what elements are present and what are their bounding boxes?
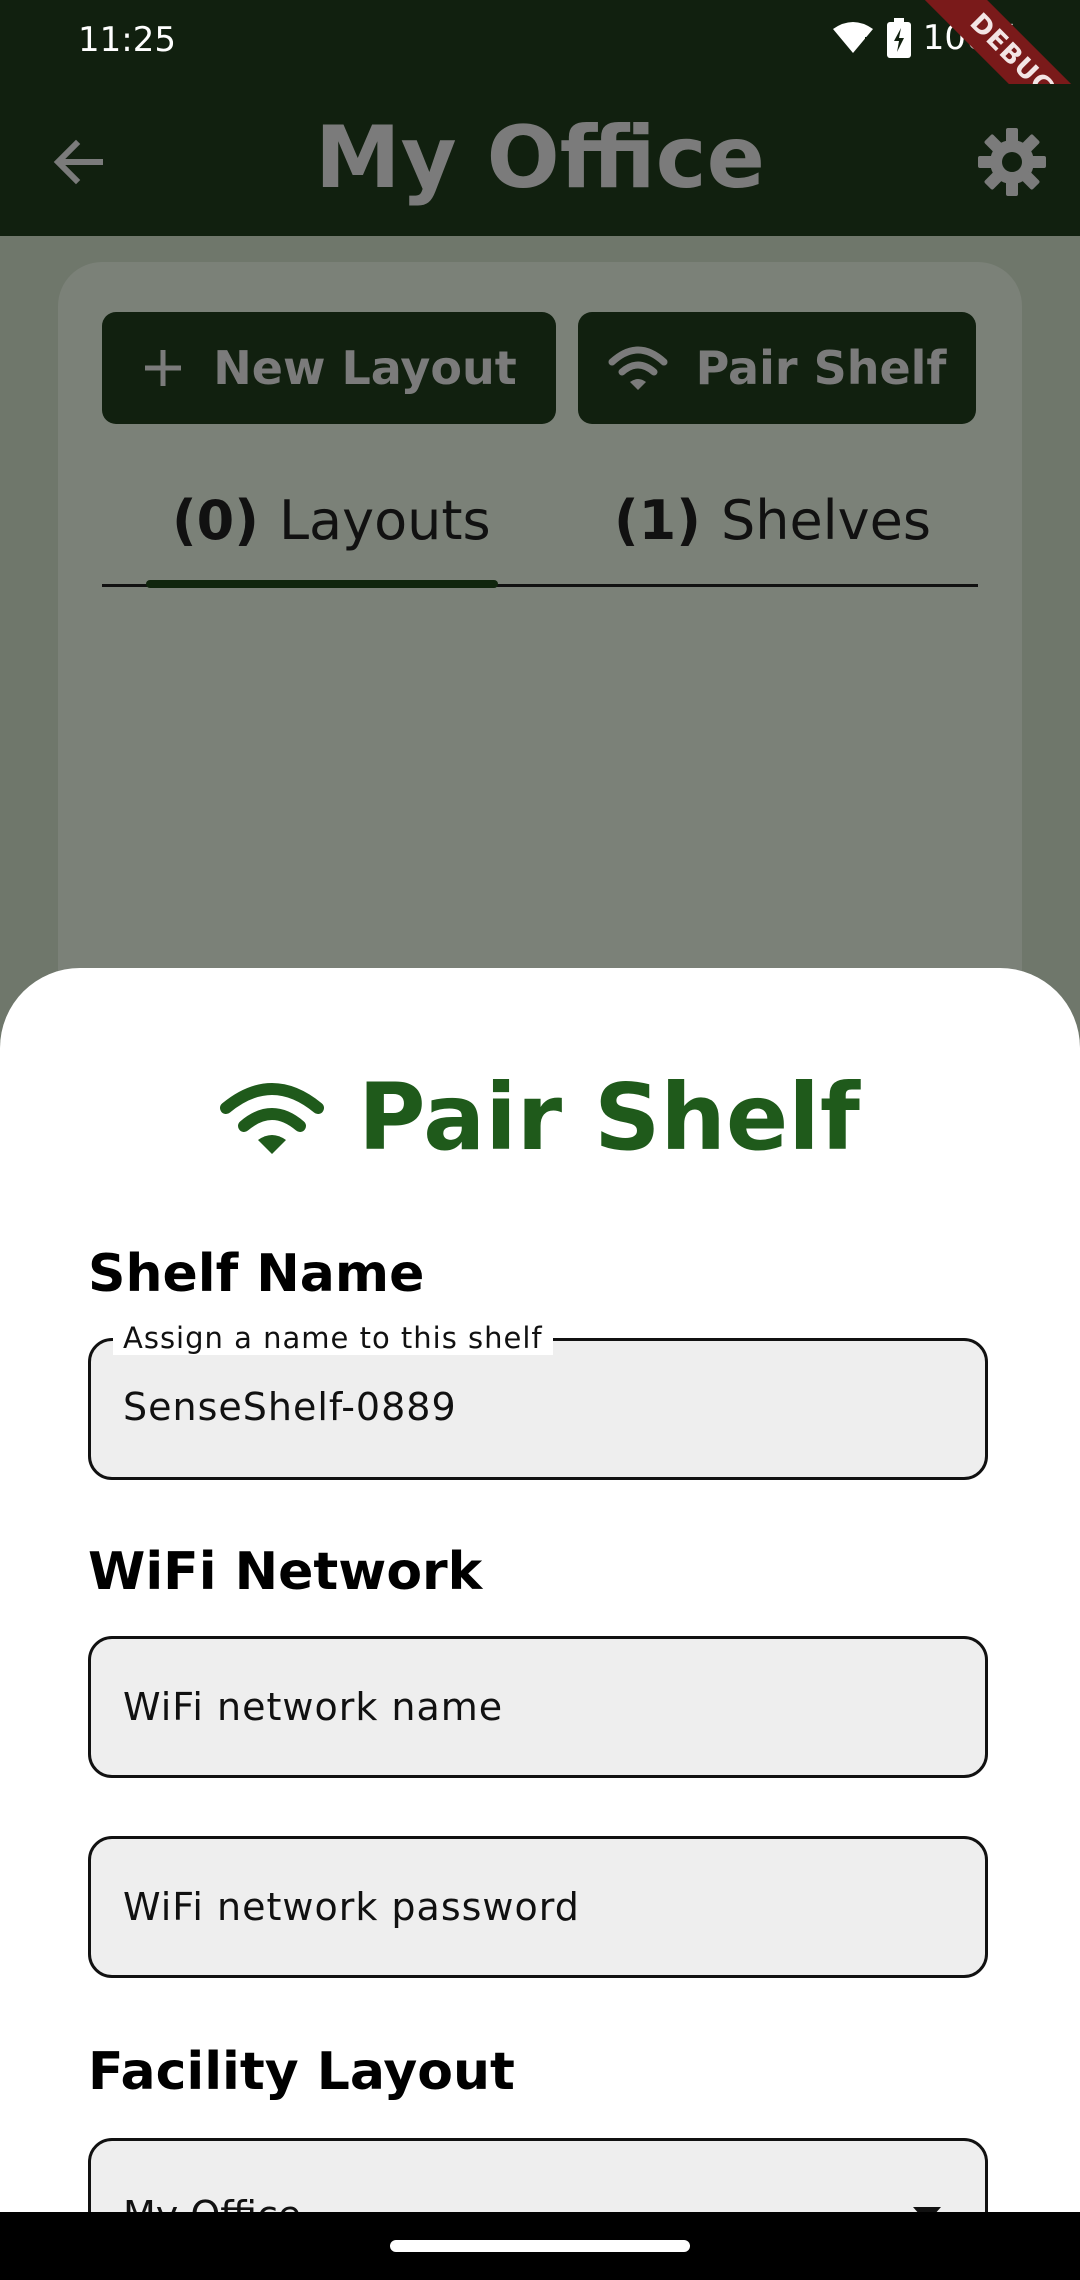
tab-layouts-count: (0) (172, 488, 259, 552)
shelf-name-field-label: Assign a name to this shelf (113, 1321, 553, 1355)
pair-shelf-label: Pair Shelf (695, 341, 947, 395)
home-indicator[interactable] (390, 2240, 690, 2252)
facility-layout-heading: Facility Layout (88, 2042, 515, 2102)
status-time: 11:25 (78, 20, 176, 60)
facility-layout-select[interactable]: My Office (88, 2138, 988, 2212)
wifi-icon (220, 1082, 325, 1154)
status-bar: 11:25 100% DEBUG (0, 0, 1080, 164)
pair-shelf-button[interactable]: Pair Shelf (578, 312, 976, 424)
tab-shelves-count: (1) (614, 488, 701, 552)
wifi-name-field[interactable]: WiFi network name (88, 1636, 988, 1778)
settings-gear-icon[interactable] (974, 124, 1050, 200)
page-title: My Office (315, 108, 765, 208)
shelf-name-heading: Shelf Name (88, 1244, 425, 1304)
pair-shelf-sheet: Pair Shelf Shelf Name Assign a name to t… (0, 968, 1080, 2212)
wifi-password-placeholder: WiFi network password (123, 1885, 580, 1929)
new-layout-button[interactable]: New Layout (102, 312, 556, 424)
wifi-status-icon (832, 22, 873, 53)
tab-bar: (0) Layouts (1) Shelves (102, 470, 978, 588)
plus-icon (145, 350, 182, 386)
facility-layout-value: My Office (123, 2193, 301, 2212)
wifi-network-heading: WiFi Network (88, 1542, 483, 1602)
sheet-title: Pair Shelf (0, 1064, 1080, 1171)
wifi-name-placeholder: WiFi network name (123, 1685, 504, 1729)
tab-active-indicator (146, 580, 498, 588)
tab-shelves[interactable]: (1) Shelves (614, 470, 931, 570)
new-layout-label: New Layout (213, 341, 517, 395)
app-bar: My Office (0, 84, 1080, 236)
shelf-name-field[interactable]: Assign a name to this shelf SenseShelf-0… (88, 1321, 988, 1480)
tab-shelves-label: Shelves (720, 488, 931, 552)
shelf-name-value: SenseShelf-0889 (123, 1385, 457, 1429)
tab-layouts[interactable]: (0) Layouts (172, 470, 491, 570)
battery-icon (886, 18, 911, 58)
sheet-title-label: Pair Shelf (358, 1064, 860, 1171)
wifi-password-field[interactable]: WiFi network password (88, 1836, 988, 1978)
tab-layouts-label: Layouts (278, 488, 491, 552)
wifi-icon (608, 346, 668, 390)
